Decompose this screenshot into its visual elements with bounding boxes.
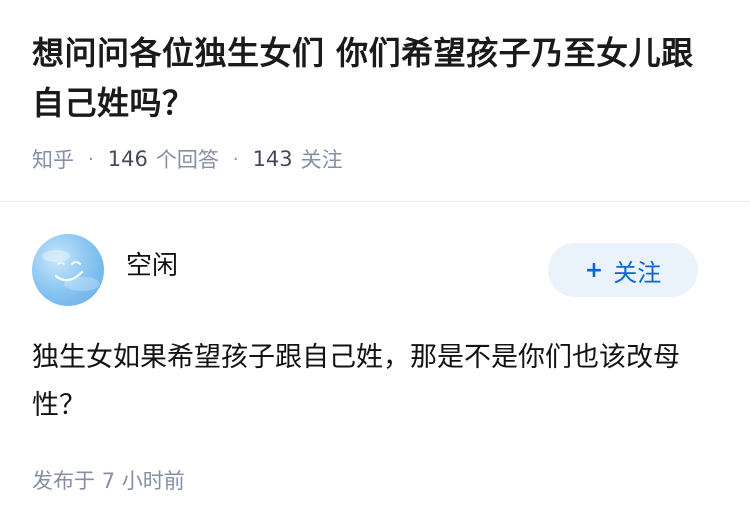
avatar[interactable] bbox=[32, 234, 104, 306]
follow-button-label: 关注 bbox=[613, 258, 662, 287]
author-name[interactable]: 空闲 bbox=[126, 248, 178, 284]
plus-icon: + bbox=[584, 257, 604, 283]
followers-count: 143 bbox=[252, 147, 293, 171]
published-time: 7 小时前 bbox=[101, 469, 185, 493]
meta-separator: · bbox=[232, 148, 239, 170]
answer-published: 发布于 7 小时前 bbox=[32, 464, 185, 498]
published-prefix: 发布于 bbox=[32, 469, 95, 493]
answers-count: 146 bbox=[107, 147, 148, 171]
question-meta: 知乎 · 146 个回答 · 143 关注 bbox=[32, 142, 722, 176]
avatar-sky-smile-icon bbox=[42, 250, 100, 291]
meta-separator: · bbox=[88, 148, 94, 170]
answers-label[interactable]: 个回答 bbox=[156, 144, 219, 174]
source-label: 知乎 bbox=[32, 148, 74, 172]
question-header: 想问问各位独生女们 你们希望孩子乃至女儿跟自己姓吗？ 知乎 · 146 个回答 … bbox=[32, 28, 722, 176]
followers-label: 关注 bbox=[300, 148, 343, 172]
answer-author-row: 空闲 + 关注 bbox=[32, 234, 698, 306]
divider bbox=[0, 201, 750, 202]
answer-content: 独生女如果希望孩子跟自己姓，那是不是你们也该改母性？ bbox=[32, 342, 680, 421]
question-title[interactable]: 想问问各位独生女们 你们希望孩子乃至女儿跟自己姓吗？ bbox=[32, 28, 722, 128]
follow-button[interactable]: + 关注 bbox=[548, 243, 698, 297]
